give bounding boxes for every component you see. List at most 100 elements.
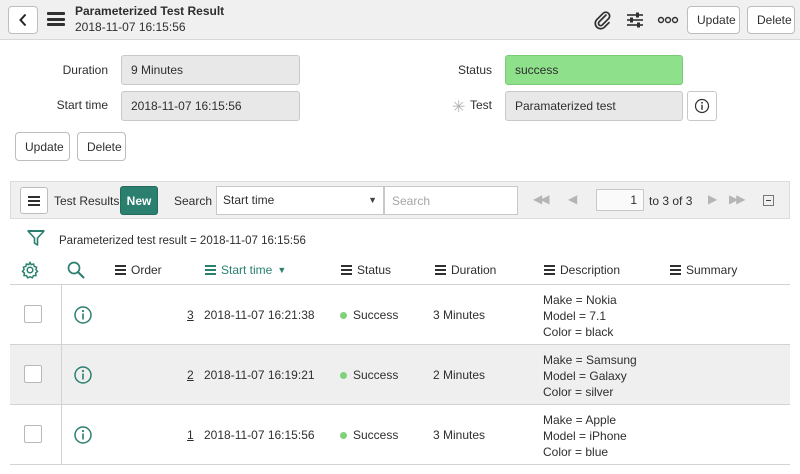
search-field-value: Start time xyxy=(223,193,275,207)
column-header-duration[interactable]: Duration xyxy=(435,263,496,277)
table-row: 2 2018-11-07 16:19:21 Success 2 Minutes … xyxy=(10,344,790,404)
test-label: Test xyxy=(469,98,492,112)
next-page-icon[interactable]: ▶ xyxy=(708,192,717,206)
form-header: Parameterized Test Result 2018-11-07 16:… xyxy=(0,0,800,40)
page-title: Parameterized Test Result xyxy=(75,4,225,18)
column-header-description-label: Description xyxy=(560,263,621,277)
info-icon[interactable] xyxy=(73,305,93,325)
hamburger-menu-icon[interactable] xyxy=(47,11,65,27)
row-start-time: 2018-11-07 16:19:21 xyxy=(204,368,315,382)
settings-sliders-icon[interactable] xyxy=(623,8,647,32)
row-status: Success xyxy=(340,308,398,322)
column-header-summary-label: Summary xyxy=(686,263,738,277)
row-checkbox[interactable] xyxy=(24,365,42,383)
column-header-description[interactable]: Description xyxy=(544,263,620,277)
sort-descending-icon: ▼ xyxy=(277,265,287,275)
column-header-summary[interactable]: Summary xyxy=(670,263,737,277)
row-status: Success xyxy=(340,368,398,382)
table-bottom-border xyxy=(10,464,790,465)
row-status-label: Success xyxy=(353,368,399,382)
status-field[interactable]: success xyxy=(505,55,683,85)
column-header-start-time[interactable]: Start time ▼ xyxy=(205,263,286,277)
filter-breadcrumb[interactable]: Parameterized test result = 2018-11-07 1… xyxy=(59,235,306,247)
row-duration: 3 Minutes xyxy=(433,308,486,322)
column-menu-icon xyxy=(544,265,555,275)
row-start-time: 2018-11-07 16:15:56 xyxy=(204,428,315,442)
form-update-button[interactable]: Update xyxy=(15,132,70,161)
duration-field[interactable]: 9 Minutes xyxy=(121,55,300,85)
row-checkbox-cell xyxy=(10,405,62,464)
list-menu-button[interactable] xyxy=(20,187,48,214)
page-subtitle: 2018-11-07 16:15:56 xyxy=(75,20,186,34)
info-icon[interactable] xyxy=(73,365,93,385)
back-button[interactable] xyxy=(8,6,38,34)
search-label: Search xyxy=(174,194,213,208)
table-row: 3 2018-11-07 16:21:38 Success 3 Minutes … xyxy=(10,284,790,344)
test-info-button[interactable] xyxy=(687,91,717,121)
table-row: 1 2018-11-07 16:15:56 Success 3 Minutes … xyxy=(10,404,790,464)
chevron-left-icon xyxy=(19,13,27,27)
description-line: Color = blue xyxy=(543,445,609,459)
start-time-field[interactable]: 2018-11-07 16:15:56 xyxy=(121,91,300,121)
info-icon xyxy=(694,98,710,114)
header-delete-button[interactable]: Delete xyxy=(747,6,795,34)
description-line: Model = Galaxy xyxy=(543,369,627,383)
search-icon[interactable] xyxy=(66,260,86,280)
column-header-start-time-label: Start time xyxy=(221,263,273,277)
row-start-time: 2018-11-07 16:21:38 xyxy=(204,308,315,322)
description-line: Make = Apple xyxy=(543,413,617,427)
list-title: Test Results xyxy=(54,194,120,208)
row-description: Make = Samsung Model = Galaxy Color = si… xyxy=(543,352,637,400)
description-line: Make = Nokia xyxy=(543,293,617,307)
gear-icon[interactable] xyxy=(20,260,40,280)
page-number-input[interactable] xyxy=(596,189,644,211)
row-checkbox-cell xyxy=(10,285,62,344)
start-time-label: Start time xyxy=(56,98,108,112)
attachment-icon[interactable] xyxy=(590,8,614,32)
row-order-link[interactable]: 2 xyxy=(187,368,194,382)
column-header-status-label: Status xyxy=(357,263,392,277)
row-order-link[interactable]: 3 xyxy=(187,308,194,322)
row-checkbox[interactable] xyxy=(24,305,42,323)
test-field[interactable]: Paramaterized test xyxy=(505,91,683,121)
description-line: Model = iPhone xyxy=(543,429,627,443)
form-delete-button[interactable]: Delete xyxy=(77,132,126,161)
row-checkbox[interactable] xyxy=(24,425,42,443)
status-label: Status xyxy=(457,63,492,77)
header-update-button[interactable]: Update xyxy=(687,6,740,34)
column-menu-icon xyxy=(341,265,352,275)
description-line: Color = black xyxy=(543,325,614,339)
previous-page-icon[interactable]: ◀ xyxy=(568,192,577,206)
status-dot-icon xyxy=(340,431,347,439)
column-header-order[interactable]: Order xyxy=(115,263,162,277)
search-field-select[interactable]: Start time ▼ xyxy=(216,186,384,215)
description-line: Make = Samsung xyxy=(543,353,637,367)
column-menu-icon xyxy=(205,265,216,275)
row-duration: 2 Minutes xyxy=(433,368,486,382)
row-order-link[interactable]: 1 xyxy=(187,428,194,442)
last-page-icon[interactable]: ▶▶ xyxy=(729,192,746,206)
column-menu-icon xyxy=(670,265,681,275)
description-line: Model = 7.1 xyxy=(543,309,607,323)
collapse-icon[interactable] xyxy=(763,195,774,206)
description-line: Color = silver xyxy=(543,385,614,399)
duration-label: Duration xyxy=(62,63,108,77)
row-description: Make = Nokia Model = 7.1 Color = black xyxy=(543,292,617,340)
new-button[interactable]: New xyxy=(120,186,158,215)
column-header-order-label: Order xyxy=(131,263,162,277)
column-menu-icon xyxy=(435,265,446,275)
info-icon[interactable] xyxy=(73,425,93,445)
status-dot-icon xyxy=(340,311,347,319)
list-search-input[interactable] xyxy=(384,186,518,215)
row-status: Success xyxy=(340,428,398,442)
column-header-status[interactable]: Status xyxy=(341,263,391,277)
row-status-label: Success xyxy=(353,308,399,322)
column-menu-icon xyxy=(115,265,126,275)
page-count-text: to 3 of 3 xyxy=(649,194,693,208)
filter-icon[interactable] xyxy=(26,228,46,248)
column-header-duration-label: Duration xyxy=(451,263,497,277)
more-options-icon[interactable] xyxy=(656,8,680,32)
row-duration: 3 Minutes xyxy=(433,428,486,442)
status-dot-icon xyxy=(340,371,347,379)
first-page-icon[interactable]: ◀◀ xyxy=(533,192,550,206)
